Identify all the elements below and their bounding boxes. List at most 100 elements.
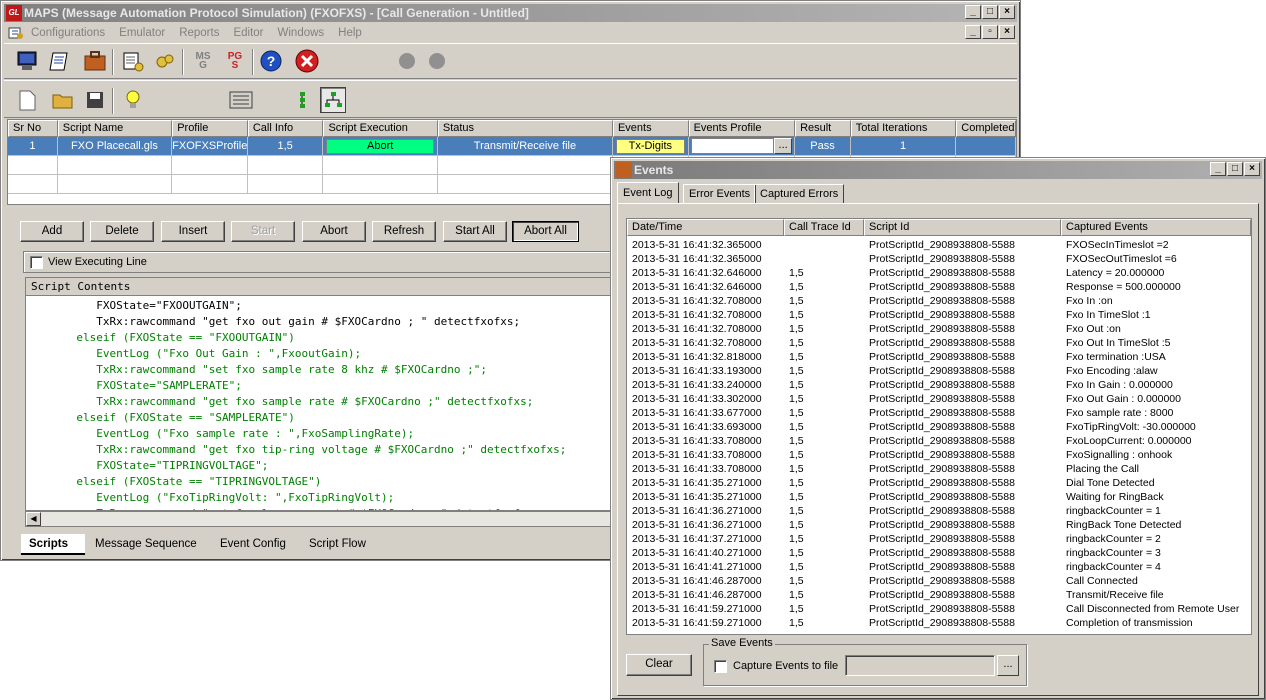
add-button[interactable]: Add (20, 221, 84, 242)
table-row[interactable]: 1 FXO Placecall.gls FXOFXSProfile 1,5 Ab… (8, 137, 1016, 156)
tab-event-config[interactable]: Event Config (212, 534, 294, 555)
tab-captured-errors[interactable]: Captured Errors (754, 184, 845, 204)
scroll-left-arrow[interactable]: ◀ (26, 512, 41, 526)
table-row[interactable]: 2013-5-31 16:41:40.271000 1,5 ProtScriptId… (627, 546, 1251, 560)
child-restore-button[interactable]: ▫ (982, 25, 998, 39)
notebook-icon[interactable] (46, 48, 72, 74)
table-row[interactable]: 2013-5-31 16:41:33.708000 1,5 ProtScriptId… (627, 462, 1251, 476)
column-header[interactable]: Script Execution (323, 120, 438, 137)
table-row[interactable]: 2013-5-31 16:41:33.302000 1,5 ProtScriptId… (627, 392, 1251, 406)
table-row[interactable]: 2013-5-31 16:41:33.193000 1,5 ProtScriptId… (627, 364, 1251, 378)
delete-button[interactable]: Delete (90, 221, 154, 242)
hierarchy-icon[interactable] (320, 87, 346, 113)
column-header[interactable]: Status (437, 120, 613, 137)
column-header[interactable]: Events (612, 120, 689, 137)
tree-view-icon[interactable] (289, 87, 315, 113)
table-row[interactable]: 2013-5-31 16:41:35.271000 1,5 ProtScriptId… (627, 490, 1251, 504)
table-row[interactable]: 2013-5-31 16:41:32.646000 1,5 ProtScriptId… (627, 266, 1251, 280)
table-row[interactable]: 2013-5-31 16:41:36.271000 1,5 ProtScriptId… (627, 504, 1251, 518)
menu-configurations[interactable]: Configurations (24, 27, 112, 39)
column-header[interactable]: Captured Events (1061, 219, 1251, 236)
new-file-icon[interactable] (14, 87, 40, 113)
events-minimize-button[interactable]: _ (1210, 162, 1226, 176)
events-maximize-button[interactable]: □ (1227, 162, 1243, 176)
gears-icon[interactable] (152, 48, 178, 74)
child-minimize-button[interactable]: _ (965, 25, 981, 39)
table-row[interactable]: 2013-5-31 16:41:33.240000 1,5 ProtScriptId… (627, 378, 1251, 392)
table-row[interactable]: 2013-5-31 16:41:46.287000 1,5 ProtScriptId… (627, 574, 1251, 588)
script-editor[interactable]: FXOState="FXOOUTGAIN"; TxRx:rawcommand "… (25, 295, 615, 511)
capture-browse-button[interactable]: ... (997, 655, 1019, 676)
table-row[interactable]: 2013-5-31 16:41:32.708000 1,5 ProtScriptId… (627, 322, 1251, 336)
table-row[interactable]: 2013-5-31 16:41:32.818000 1,5 ProtScriptId… (627, 350, 1251, 364)
close-button[interactable]: × (999, 5, 1015, 19)
abort-button[interactable]: Abort (302, 221, 366, 242)
column-header[interactable]: Profile (172, 120, 248, 137)
lightbulb-icon[interactable] (120, 87, 146, 113)
save-disk-icon[interactable] (82, 87, 108, 113)
column-header[interactable]: Script Name (57, 120, 173, 137)
stop-icon[interactable] (294, 48, 320, 74)
table-row[interactable]: 2013-5-31 16:41:36.271000 1,5 ProtScriptId… (627, 518, 1251, 532)
clear-button[interactable]: Clear (626, 654, 692, 676)
open-folder-icon[interactable] (50, 87, 76, 113)
events-profile-field[interactable] (690, 138, 775, 154)
start-button[interactable]: Start (231, 221, 295, 242)
help-icon[interactable]: ? (258, 48, 284, 74)
table-row[interactable]: 2013-5-31 16:41:59.271000 1,5 ProtScriptId… (627, 616, 1251, 630)
pgs-icon[interactable]: PG S (222, 48, 248, 74)
menu-emulator[interactable]: Emulator (112, 27, 172, 39)
table-row[interactable]: 2013-5-31 16:41:41.271000 1,5 ProtScriptId… (627, 560, 1251, 574)
script-edit-icon[interactable] (120, 48, 146, 74)
column-header[interactable]: Sr No (8, 120, 58, 137)
column-header[interactable]: Date/Time (627, 219, 784, 236)
events-profile-browse-button[interactable]: ... (774, 138, 793, 154)
table-row[interactable]: 2013-5-31 16:41:32.708000 1,5 ProtScriptId… (627, 308, 1251, 322)
menu-help[interactable]: Help (331, 27, 369, 39)
tab-message-sequence[interactable]: Message Sequence (87, 534, 205, 555)
events-badge[interactable]: Tx-Digits (615, 139, 685, 154)
column-header[interactable]: Call Info (247, 120, 324, 137)
start-all-button[interactable]: Start All (443, 221, 507, 242)
table-row[interactable]: 2013-5-31 16:41:59.271000 1,5 ProtScriptId… (627, 602, 1251, 616)
column-header[interactable]: Script Id (864, 219, 1061, 236)
tab-error-events[interactable]: Error Events (683, 184, 757, 204)
view-executing-line-checkbox[interactable] (30, 256, 43, 269)
column-header[interactable]: Completed (956, 120, 1016, 137)
column-header[interactable]: Total Iterations (850, 120, 957, 137)
events-close-button[interactable]: × (1244, 162, 1260, 176)
maximize-button[interactable]: □ (982, 5, 998, 19)
table-row[interactable]: 2013-5-31 16:41:33.677000 1,5 ProtScriptId… (627, 406, 1251, 420)
abort-all-button[interactable]: Abort All (512, 221, 579, 242)
table-row[interactable]: 2013-5-31 16:41:33.708000 1,5 ProtScriptId… (627, 434, 1251, 448)
table-row[interactable]: 2013-5-31 16:41:33.708000 1,5 ProtScriptId… (627, 448, 1251, 462)
table-row[interactable]: 2013-5-31 16:41:46.287000 1,5 ProtScriptId… (627, 588, 1251, 602)
table-row[interactable]: 2013-5-31 16:41:33.693000 1,5 ProtScriptId… (627, 420, 1251, 434)
table-row[interactable]: 2013-5-31 16:41:32.646000 1,5 ProtScriptId… (627, 280, 1251, 294)
table-row[interactable]: 2013-5-31 16:41:32.365000 ProtScriptId_29… (627, 252, 1251, 266)
column-header[interactable]: Events Profile (688, 120, 796, 137)
minimize-button[interactable]: _ (965, 5, 981, 19)
menu-windows[interactable]: Windows (271, 27, 332, 39)
menu-reports[interactable]: Reports (172, 27, 226, 39)
table-row[interactable]: 2013-5-31 16:41:32.365000 ProtScriptId_29… (627, 238, 1251, 252)
menu-editor[interactable]: Editor (226, 27, 270, 39)
tab-scripts[interactable]: Scripts (21, 534, 85, 555)
execution-abort-button[interactable]: Abort (326, 139, 434, 154)
column-header[interactable]: Result (795, 120, 851, 137)
capture-events-checkbox[interactable] (714, 660, 727, 673)
list-view-icon[interactable] (228, 87, 254, 113)
table-row[interactable]: 2013-5-31 16:41:32.708000 1,5 ProtScriptId… (627, 294, 1251, 308)
capture-file-path-field[interactable] (845, 655, 995, 676)
monitor-icon[interactable] (14, 48, 40, 74)
tab-script-flow[interactable]: Script Flow (301, 534, 374, 555)
briefcase-icon[interactable] (82, 48, 108, 74)
table-row[interactable]: 2013-5-31 16:41:37.271000 1,5 ProtScriptId… (627, 532, 1251, 546)
refresh-button[interactable]: Refresh (372, 221, 436, 242)
table-row[interactable]: 2013-5-31 16:41:35.271000 1,5 ProtScriptId… (627, 476, 1251, 490)
horizontal-scrollbar[interactable]: ◀ (25, 511, 615, 527)
insert-button[interactable]: Insert (161, 221, 225, 242)
tab-event-log[interactable]: Event Log (617, 182, 679, 204)
msg-icon[interactable]: MS G (190, 48, 216, 74)
table-row[interactable]: 2013-5-31 16:41:32.708000 1,5 ProtScriptId… (627, 336, 1251, 350)
